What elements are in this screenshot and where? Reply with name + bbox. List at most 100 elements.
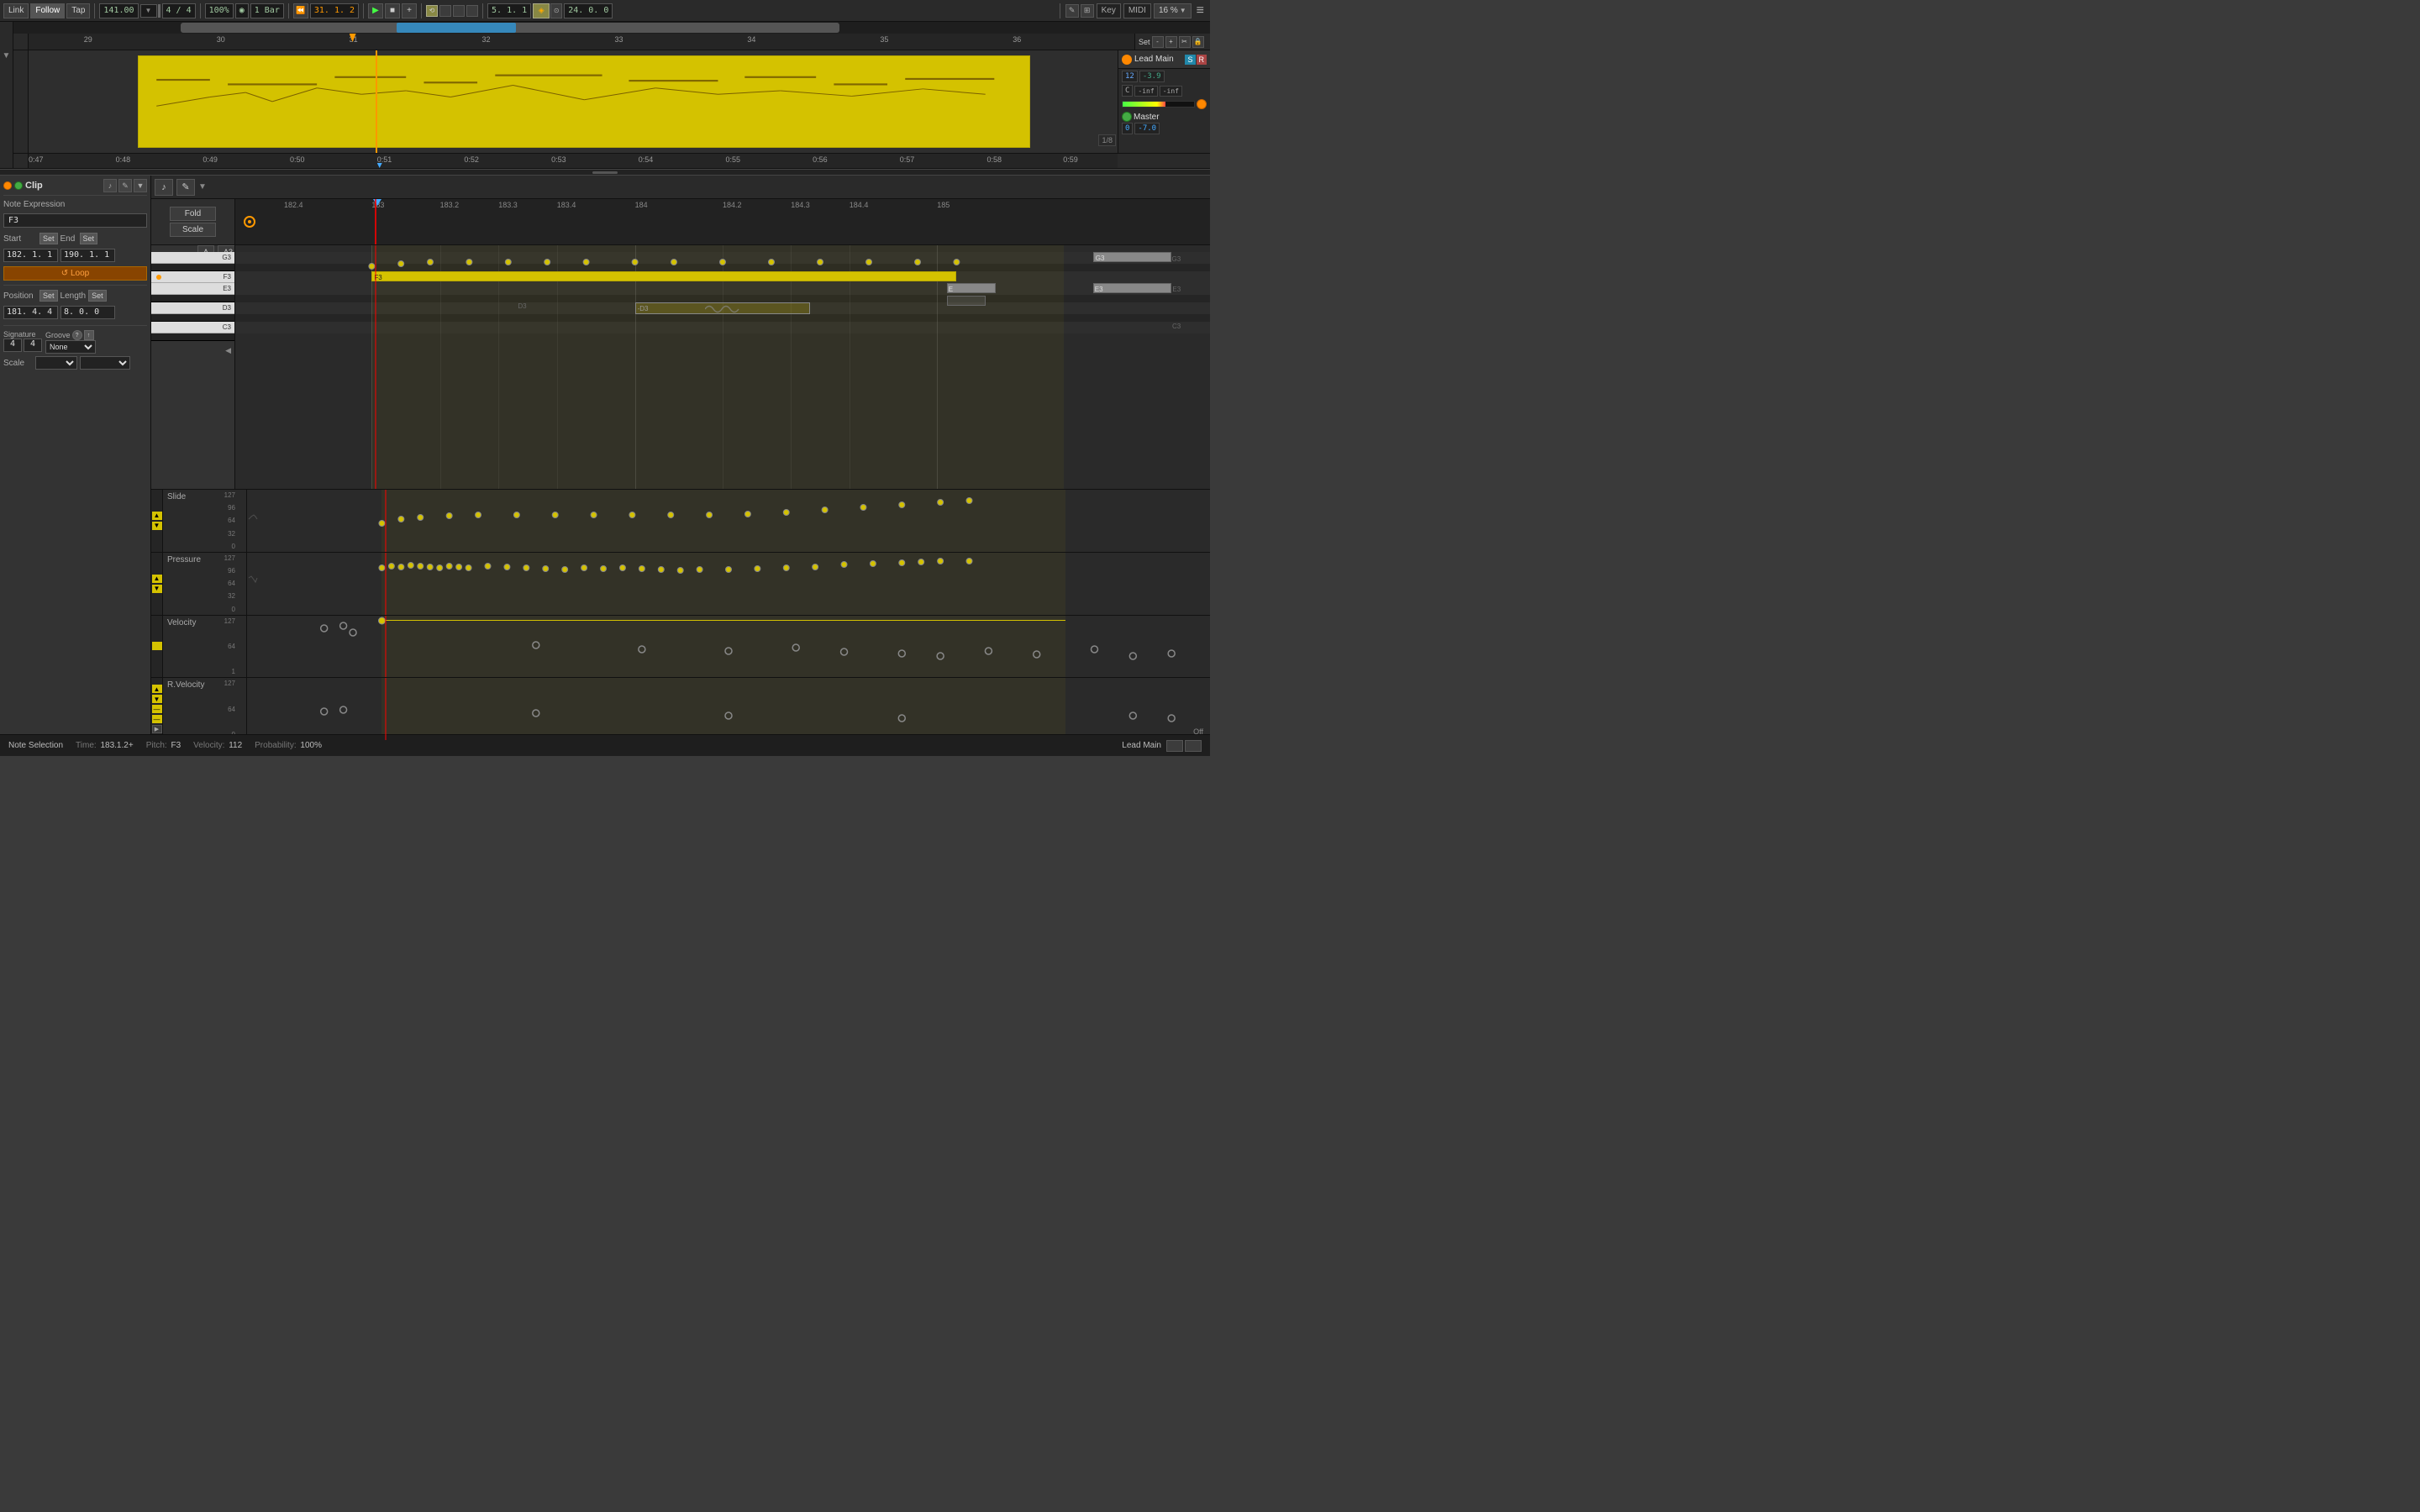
- end-input[interactable]: 190. 1. 1: [60, 249, 115, 262]
- pr-note-d3-2[interactable]: [947, 296, 986, 306]
- rv-btn4[interactable]: —: [152, 715, 162, 723]
- key-gb3-black[interactable]: [151, 264, 234, 271]
- rv-btn1[interactable]: ▲: [152, 685, 162, 693]
- velocity-content[interactable]: [247, 616, 1210, 678]
- status-view-btn2[interactable]: [1185, 740, 1202, 752]
- scale-key-select[interactable]: [80, 356, 130, 370]
- start-input[interactable]: 182. 1. 1: [3, 249, 58, 262]
- piano-icon[interactable]: ♪: [103, 179, 117, 192]
- resize-handle[interactable]: [0, 169, 1210, 176]
- pressure-down-arrow[interactable]: ▼: [152, 585, 162, 593]
- solo-button[interactable]: S: [1185, 55, 1195, 65]
- piano-roll-grid[interactable]: F3: [235, 245, 1210, 489]
- set-crop-btn[interactable]: ✂: [1179, 36, 1191, 48]
- groove-info-btn[interactable]: ?: [72, 330, 82, 340]
- loop-button[interactable]: ↺ Loop: [3, 266, 147, 281]
- len-input[interactable]: 8. 0. 0: [60, 306, 115, 319]
- percent-arrow[interactable]: ▼: [1180, 7, 1186, 14]
- hamburger-icon[interactable]: ≡: [1194, 3, 1207, 18]
- sig-num-input[interactable]: 4: [3, 339, 22, 352]
- loop-btn4[interactable]: [466, 5, 478, 17]
- pr-pencil-icon[interactable]: ✎: [176, 179, 195, 196]
- zoom-display[interactable]: 100%: [205, 3, 234, 18]
- key-g3[interactable]: G3: [151, 252, 234, 264]
- key-c3[interactable]: C3: [151, 322, 234, 333]
- pr-dropdown-arrow[interactable]: ▼: [198, 182, 207, 192]
- end-set-btn[interactable]: Set: [80, 233, 98, 244]
- midi-display[interactable]: MIDI: [1123, 3, 1151, 18]
- pressure-up-arrow[interactable]: ▲: [152, 575, 162, 583]
- track-power-btn[interactable]: [1122, 55, 1132, 65]
- loop-icon[interactable]: ⟲: [426, 5, 438, 17]
- pr-note-g3-right[interactable]: G3: [1093, 252, 1171, 262]
- sig-den-input[interactable]: 4: [24, 339, 42, 352]
- pr-note-e3-2[interactable]: E3: [1093, 283, 1171, 293]
- play-button[interactable]: ▶: [368, 3, 383, 18]
- key-display[interactable]: Key: [1097, 3, 1121, 18]
- bar-display[interactable]: 1 Bar: [250, 3, 284, 18]
- stop-button[interactable]: ■: [385, 3, 400, 18]
- set-lock-btn[interactable]: 🔒: [1192, 36, 1204, 48]
- q-btn[interactable]: ⊙: [550, 3, 562, 18]
- master-power-btn[interactable]: [1122, 112, 1132, 122]
- rv-play-btn[interactable]: ▶: [152, 725, 162, 733]
- bpm-minus[interactable]: ▼: [140, 4, 157, 18]
- link-button[interactable]: Link: [3, 3, 29, 18]
- volume-db-display[interactable]: -3.9: [1139, 71, 1165, 82]
- slide-content[interactable]: [247, 490, 1210, 552]
- key-f3[interactable]: F3: [151, 271, 234, 283]
- pan-inf1-display[interactable]: -inf: [1134, 86, 1157, 97]
- rvelocity-content[interactable]: Off: [247, 678, 1210, 740]
- quantize-icon[interactable]: ◈: [533, 3, 550, 18]
- loop-btn2[interactable]: [439, 5, 451, 17]
- slide-down-arrow[interactable]: ▼: [152, 522, 162, 530]
- key-b2-black[interactable]: [151, 333, 234, 341]
- pr-note-e3-1[interactable]: E: [947, 283, 996, 293]
- pan-inf2-display[interactable]: -inf: [1160, 86, 1182, 97]
- rv-btn3[interactable]: —: [152, 705, 162, 713]
- pencil-icon[interactable]: ✎: [1065, 4, 1079, 18]
- grid-icon[interactable]: ⊞: [1081, 4, 1094, 18]
- percent-display[interactable]: 16 % ▼: [1154, 3, 1192, 18]
- pr-piano-icon[interactable]: ♪: [155, 179, 173, 196]
- key-d3[interactable]: D3: [151, 302, 234, 314]
- pos-set-btn[interactable]: Set: [39, 290, 58, 302]
- slide-up-arrow[interactable]: ▲: [152, 512, 162, 520]
- arrangement-clip[interactable]: [138, 55, 1031, 148]
- arrangement-scrollbar[interactable]: [13, 22, 1210, 34]
- pressure-content[interactable]: [247, 553, 1210, 615]
- follow-button[interactable]: Follow: [30, 3, 65, 18]
- loop-btn3[interactable]: [453, 5, 465, 17]
- add-button[interactable]: +: [402, 3, 417, 18]
- time-sig-display[interactable]: 4 / 4: [162, 3, 196, 18]
- key-eb3-black[interactable]: [151, 295, 234, 302]
- key-db3-black[interactable]: [151, 314, 234, 322]
- pr-note-f3-main[interactable]: F3: [371, 271, 956, 281]
- pan-display[interactable]: C: [1122, 85, 1133, 97]
- dropdown-icon[interactable]: ▼: [134, 179, 147, 192]
- len-set-btn[interactable]: Set: [88, 290, 107, 302]
- pos-input[interactable]: 181. 4. 4: [3, 306, 58, 319]
- metronome-display[interactable]: ◉: [235, 3, 249, 18]
- start-set-btn[interactable]: Set: [39, 233, 58, 244]
- pencil-icon[interactable]: ✎: [118, 179, 132, 192]
- master-vol-display[interactable]: 0: [1122, 123, 1133, 134]
- tap-button[interactable]: Tap: [66, 3, 90, 18]
- fold-button[interactable]: Fold: [170, 207, 216, 221]
- vel-up-arrow[interactable]: [152, 642, 162, 650]
- status-view-btn1[interactable]: [1166, 740, 1183, 752]
- groove-select[interactable]: None: [45, 340, 96, 354]
- position-display[interactable]: 31. 1. 2: [310, 3, 359, 18]
- position3-display[interactable]: 24. 0. 0: [564, 3, 613, 18]
- position2-display[interactable]: 5. 1. 1: [487, 3, 531, 18]
- record-button[interactable]: R: [1197, 55, 1207, 65]
- expr-collapse-icon[interactable]: ◀: [225, 346, 231, 355]
- set-minus-btn[interactable]: -: [1152, 36, 1164, 48]
- volume-display[interactable]: 12: [1122, 71, 1138, 82]
- groove-settings-btn[interactable]: ↑: [84, 330, 94, 340]
- scale-button[interactable]: Scale: [170, 223, 216, 237]
- bpm-display[interactable]: 141.00: [99, 3, 138, 18]
- arrangement-collapse-arrow[interactable]: ▼: [3, 51, 11, 60]
- rewind-btn[interactable]: ⏪: [293, 3, 308, 18]
- rv-btn2[interactable]: ▼: [152, 695, 162, 703]
